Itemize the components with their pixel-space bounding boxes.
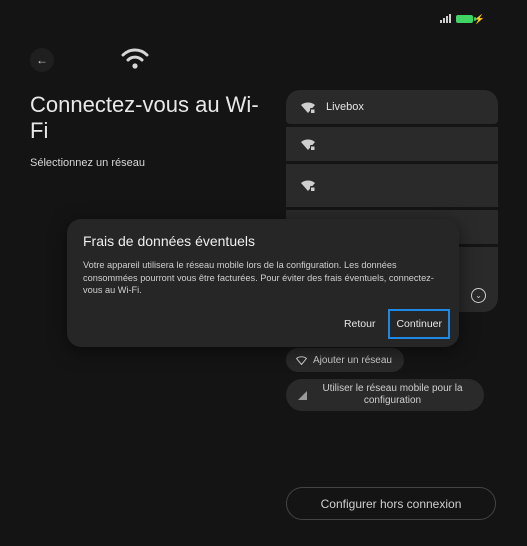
offline-setup-label: Configurer hors connexion [320,496,462,511]
data-charges-dialog: Frais de données éventuels Votre apparei… [67,219,459,347]
chevron-down-icon: ⌄ [471,288,486,303]
dialog-message: Votre appareil utilisera le réseau mobil… [83,260,434,295]
network-name: Livebox [326,101,364,113]
wifi-lock-icon [301,101,315,113]
back-dialog-button[interactable]: Retour [341,312,379,336]
wifi-lock-icon [301,180,315,191]
network-item[interactable] [286,164,498,207]
add-network-label: Ajouter un réseau [313,354,392,366]
page-title: Connectez-vous au Wi-Fi [30,92,259,143]
offline-setup-button[interactable]: Configurer hors connexion [286,487,496,520]
continue-button[interactable]: Continuer [388,309,450,339]
status-bar: ⚡ [439,14,485,23]
page-subtitle: Sélectionnez un réseau [30,157,145,169]
back-button[interactable]: ← [30,48,54,72]
add-network-button[interactable]: Ajouter un réseau [286,348,404,372]
dialog-title: Frais de données éventuels [83,233,255,249]
use-mobile-network-button[interactable]: Utiliser le réseau mobile pour la config… [286,379,484,411]
cellular-signal-icon [439,14,451,23]
use-mobile-network-label: Utiliser le réseau mobile pour la config… [322,383,463,406]
arrow-left-icon: ← [36,53,48,67]
wifi-lock-icon [301,138,315,150]
battery-icon [455,14,476,23]
wifi-add-icon [296,355,307,365]
dialog-actions: Retour Continuer [341,309,450,339]
network-item[interactable]: Livebox [286,90,498,124]
wifi-icon [121,48,149,69]
cellular-signal-icon [298,390,307,400]
network-item[interactable] [286,127,498,161]
